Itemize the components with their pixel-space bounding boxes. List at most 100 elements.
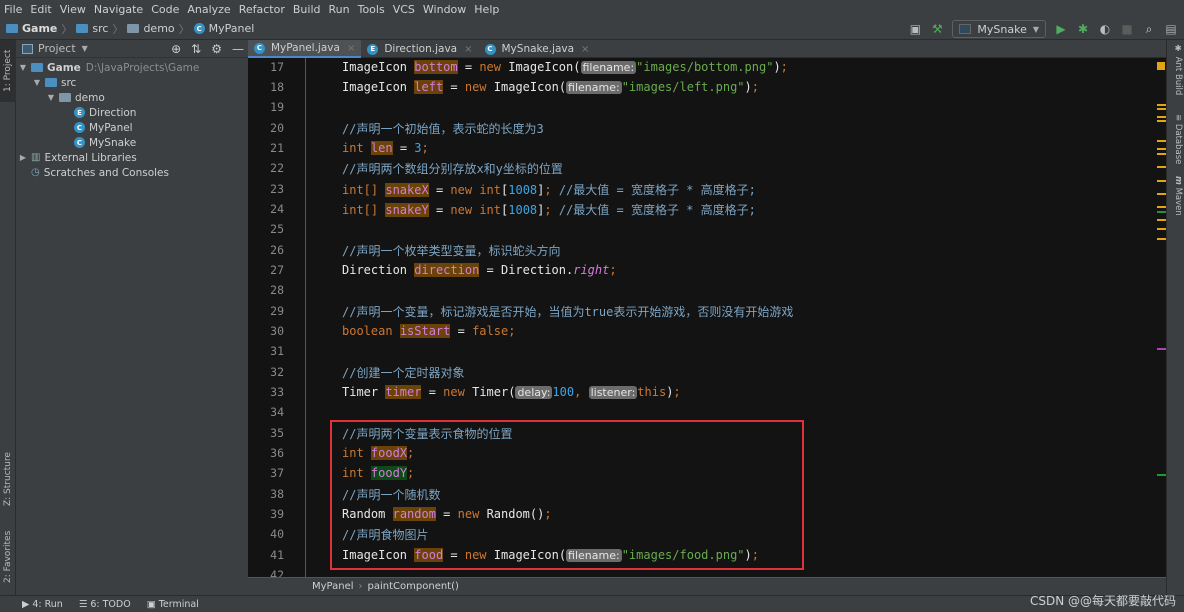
line-number: 39 [270, 507, 284, 521]
scratches-icon: ◷ [31, 167, 40, 178]
close-icon[interactable]: × [347, 43, 355, 54]
breadcrumb-src[interactable]: src [92, 22, 108, 35]
line-number: 24 [270, 202, 284, 216]
stop-icon[interactable]: ■ [1120, 22, 1134, 36]
change-mark[interactable] [1157, 211, 1166, 213]
warning-mark[interactable] [1157, 228, 1166, 230]
editor-breadcrumb-class[interactable]: MyPanel [312, 581, 354, 592]
run-with-coverage-icon[interactable]: ◐ [1098, 22, 1112, 36]
menu-navigate[interactable]: Navigate [90, 3, 147, 16]
line-number: 41 [270, 548, 284, 562]
warning-mark[interactable] [1157, 108, 1166, 110]
project-structure-icon[interactable]: ▤ [1164, 22, 1178, 36]
warning-mark[interactable] [1157, 219, 1166, 221]
menu-code[interactable]: Code [147, 3, 183, 16]
tree-node-scratches[interactable]: ◷ Scratches and Consoles [16, 165, 248, 180]
warning-mark[interactable] [1157, 166, 1166, 168]
class-icon: C [193, 23, 205, 34]
change-mark[interactable] [1157, 474, 1166, 476]
tool-tab-todo[interactable]: ☰ 6: TODO [79, 599, 131, 610]
source-folder-icon [76, 24, 89, 33]
tool-tab-ant-build[interactable]: ✱ Ant Build [1169, 44, 1183, 95]
libraries-icon: ▥ [31, 152, 41, 163]
line-number: 25 [270, 222, 284, 236]
menu-edit[interactable]: Edit [26, 3, 55, 16]
parameter-hint: filename: [566, 81, 622, 94]
menu-file[interactable]: File [0, 3, 26, 16]
warning-mark[interactable] [1157, 238, 1166, 240]
menu-window[interactable]: Window [419, 3, 470, 16]
tool-tab-terminal[interactable]: ▣ Terminal [147, 599, 199, 610]
editor-tab-direction[interactable]: E Direction.java × [361, 40, 478, 58]
tree-node-direction[interactable]: E Direction [16, 105, 248, 120]
collapse-all-icon[interactable]: ⇅ [191, 42, 201, 56]
warning-mark[interactable] [1157, 206, 1166, 208]
breadcrumb-mypanel[interactable]: MyPanel [209, 22, 255, 35]
menu-analyze[interactable]: Analyze [183, 3, 234, 16]
tool-tab-maven[interactable]: m Maven [1169, 176, 1183, 216]
warning-mark[interactable] [1157, 180, 1166, 182]
search-icon[interactable]: ⌕ [1142, 22, 1156, 36]
inspection-status-icon[interactable] [1157, 62, 1165, 70]
build-hammer-icon[interactable]: ⚒ [930, 22, 944, 36]
warning-mark[interactable] [1157, 148, 1166, 150]
locate-file-icon[interactable]: ⊕ [171, 42, 181, 56]
warning-mark[interactable] [1157, 104, 1166, 106]
run-icon[interactable]: ▶ [1054, 22, 1068, 36]
line-number: 30 [270, 324, 284, 338]
tool-tab-favorites[interactable]: 2: Favorites [0, 525, 16, 589]
expand-arrow-icon[interactable]: ▼ [46, 93, 56, 102]
line-number: 38 [270, 487, 284, 501]
tree-node-mypanel[interactable]: C MyPanel [16, 120, 248, 135]
warning-mark[interactable] [1157, 120, 1166, 122]
menu-view[interactable]: View [56, 3, 90, 16]
warning-mark[interactable] [1157, 140, 1166, 142]
close-icon[interactable]: × [464, 44, 472, 55]
tool-tab-run[interactable]: ▶ 4: Run [22, 599, 63, 610]
code-editor[interactable]: 17 ImageIcon bottom = new ImageIcon(file… [248, 58, 1166, 577]
expand-arrow-icon[interactable]: ▼ [18, 63, 28, 72]
debug-bug-icon[interactable]: ✱ [1076, 22, 1090, 36]
expand-arrow-icon[interactable]: ▶ [18, 153, 28, 162]
breadcrumb-game[interactable]: Game [22, 22, 57, 35]
tree-node-src[interactable]: ▼ src [16, 75, 248, 90]
menu-refactor[interactable]: Refactor [235, 3, 289, 16]
tool-tab-database[interactable]: ≡ Database [1169, 114, 1183, 164]
gear-icon[interactable]: ⚙ [211, 42, 222, 56]
menu-build[interactable]: Build [289, 3, 325, 16]
chevron-down-icon[interactable]: ▼ [82, 44, 88, 53]
warning-mark[interactable] [1157, 193, 1166, 195]
breadcrumb-separator: › [358, 581, 363, 592]
tree-node-label: Game [47, 61, 81, 74]
expand-arrow-icon[interactable]: ▼ [32, 78, 42, 87]
usage-mark[interactable] [1157, 348, 1166, 350]
tree-node-game[interactable]: ▼ Game D:\JavaProjects\Game [16, 60, 248, 75]
tree-node-external-libraries[interactable]: ▶ ▥ External Libraries [16, 150, 248, 165]
hide-panel-icon[interactable]: — [232, 42, 244, 56]
run-configuration-select[interactable]: MySnake ▼ [952, 20, 1046, 38]
tree-node-demo[interactable]: ▼ demo [16, 90, 248, 105]
code-line: 39 Random random = new Random(); [248, 504, 1166, 524]
editor-breadcrumb-method[interactable]: paintComponent() [368, 581, 459, 592]
editor-tab-mysnake[interactable]: C MySnake.java × [479, 40, 596, 58]
code-line: 26 //声明一个枚举类型变量，标识蛇头方向 [248, 240, 1166, 260]
code-line: 22 //声明两个数组分别存放x和y坐标的位置 [248, 158, 1166, 178]
tree-node-mysnake[interactable]: C MySnake [16, 135, 248, 150]
project-view-select[interactable]: Project [38, 42, 76, 55]
warning-mark[interactable] [1157, 116, 1166, 118]
error-stripe[interactable] [1156, 58, 1166, 577]
close-icon[interactable]: × [581, 44, 589, 55]
run-anything-icon[interactable]: ▣ [908, 22, 922, 36]
menu-vcs[interactable]: VCS [389, 3, 419, 16]
menu-help[interactable]: Help [470, 3, 503, 16]
tool-tab-structure[interactable]: Z: Structure [0, 445, 16, 513]
tool-tab-project[interactable]: 1: Project [0, 40, 16, 102]
code-line: 17 ImageIcon bottom = new ImageIcon(file… [248, 58, 1166, 77]
breadcrumb-demo[interactable]: demo [143, 22, 174, 35]
right-tool-window-strip: ✱ Ant Build ≡ Database m Maven [1166, 40, 1184, 595]
warning-mark[interactable] [1157, 153, 1166, 155]
line-number: 23 [270, 182, 284, 196]
menu-tools[interactable]: Tools [354, 3, 389, 16]
menu-run[interactable]: Run [325, 3, 354, 16]
editor-tab-mypanel[interactable]: C MyPanel.java × [248, 40, 362, 58]
